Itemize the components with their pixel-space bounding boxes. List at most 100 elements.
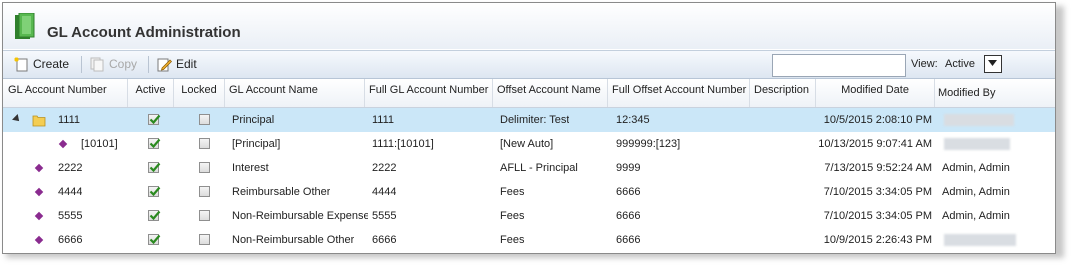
green-check-icon [149,210,161,221]
full-offset-account-number-cell: 6666 [616,234,641,246]
full-gl-account-number-cell: 5555 [372,210,397,222]
copy-button[interactable]: Copy [89,55,137,73]
gl-account-name-cell: [Principal] [232,138,281,150]
column-header-description[interactable]: Description [750,79,816,107]
column-header-locked[interactable]: Locked [174,79,225,107]
table-row[interactable]: 5555 Non-Reimbursable Expense 5555 Fees … [3,204,1055,228]
gl-account-number-cell: 2222 [58,162,83,174]
column-header-full-gl-account-number[interactable]: Full GL Account Number [365,79,493,107]
gl-account-number-cell: 5555 [58,210,83,222]
column-header-offset-account-name[interactable]: Offset Account Name [493,79,608,107]
green-check-icon [149,162,161,173]
full-offset-account-number-cell: 12:345 [616,114,650,126]
full-offset-account-number-cell: 999999:[123] [616,138,681,150]
full-gl-account-number-cell: 1111:[10101] [372,138,434,150]
title-bar: GL Account Administration [3,3,1055,49]
gl-account-name-cell: Non-Reimbursable Expense [232,210,368,222]
column-header-active[interactable]: Active [128,79,174,107]
gl-admin-window: GL Account Administration Create Copy Ed… [2,2,1056,254]
redacted-modified-by [944,114,1014,126]
description-cell [750,180,816,204]
gl-account-name-cell: Principal [232,114,275,126]
description-cell [750,228,816,252]
active-checkbox[interactable] [148,138,161,149]
column-header-gl-account-number[interactable]: GL Account Number [8,79,128,107]
locked-checkbox[interactable] [199,210,210,221]
modified-by-cell: Admin, Admin [942,210,1010,222]
gl-account-number-cell: 6666 [58,234,83,246]
modified-date-cell: 10/13/2015 9:07:41 AM [818,138,932,150]
gl-account-name-cell: Non-Reimbursable Other [232,234,355,246]
modified-date-cell: 7/10/2015 3:34:05 PM [823,210,932,222]
edit-button[interactable]: Edit [156,55,197,73]
offset-account-name-cell: Delimiter: Test [500,114,570,126]
offset-account-name-cell: [New Auto] [500,138,554,150]
column-header-full-offset-account-number[interactable]: Full Offset Account Number [608,79,750,107]
green-check-icon [149,234,161,245]
view-label: View: [911,58,938,70]
gl-account-number-cell: 1111 [58,114,81,126]
gl-account-number-cell: 4444 [58,186,83,198]
column-header-gl-account-name[interactable]: GL Account Name [225,79,365,107]
toolbar: Create Copy Edit View: Active [3,50,1055,79]
offset-account-name-cell: Fees [500,186,525,198]
active-checkbox[interactable] [148,162,161,173]
active-checkbox[interactable] [148,210,161,221]
modified-date-cell: 10/9/2015 2:26:43 PM [823,234,932,246]
purple-diamond-icon [34,187,44,197]
locked-checkbox[interactable] [199,138,210,149]
table-row[interactable]: 4444 Reimbursable Other 4444 Fees 6666 7… [3,180,1055,204]
copy-button-label: Copy [109,57,138,71]
create-page-icon [14,57,28,72]
redacted-modified-by [944,234,1016,246]
purple-diamond-icon [34,163,44,173]
locked-checkbox[interactable] [199,186,210,197]
edit-pencil-icon [157,58,172,72]
green-check-icon [149,186,161,197]
modified-by-cell: Admin, Admin [942,186,1010,198]
green-book-icon [15,13,35,39]
full-gl-account-number-cell: 4444 [372,186,397,198]
copy-icon [90,57,104,72]
grid-header: GL Account Number Active Locked GL Accou… [3,79,1055,108]
folder-icon [32,115,46,127]
full-gl-account-number-cell: 2222 [372,162,397,174]
modified-by-cell: Admin, Admin [942,162,1010,174]
search-input[interactable] [772,54,906,77]
gl-account-name-cell: Interest [232,162,269,174]
column-header-modified-by[interactable]: Modified By [935,79,1055,107]
purple-diamond-icon [58,139,68,149]
redacted-modified-by [944,138,1010,150]
purple-diamond-icon [34,235,44,245]
table-row[interactable]: [10101] [Principal] 1111:[10101] [New Au… [3,132,1055,156]
modified-date-cell: 7/10/2015 3:34:05 PM [823,186,932,198]
offset-account-name-cell: AFLL - Principal [500,162,578,174]
locked-checkbox[interactable] [199,162,210,173]
toolbar-separator [81,56,82,73]
gl-account-name-cell: Reimbursable Other [232,186,331,198]
offset-account-name-cell: Fees [500,234,525,246]
full-offset-account-number-cell: 9999 [616,162,641,174]
view-select-value: Active [945,58,975,70]
table-row[interactable]: 6666 Non-Reimbursable Other 6666 Fees 66… [3,228,1055,252]
offset-account-name-cell: Fees [500,210,525,222]
green-check-icon [149,114,161,125]
collapse-arrow-icon[interactable] [12,114,22,124]
locked-checkbox[interactable] [199,114,210,125]
description-cell [750,156,816,180]
description-cell [750,132,816,156]
modified-date-cell: 7/13/2015 9:52:24 AM [824,162,932,174]
column-header-modified-date[interactable]: Modified Date [816,79,935,107]
toolbar-separator [148,56,149,73]
full-offset-account-number-cell: 6666 [616,186,641,198]
locked-checkbox[interactable] [199,234,210,245]
table-row[interactable]: 1111 Principal 1111 Delimiter: Test 12:3… [3,108,1055,132]
active-checkbox[interactable] [148,186,161,197]
table-row[interactable]: 2222 Interest 2222 AFLL - Principal 9999… [3,156,1055,180]
active-checkbox[interactable] [148,234,161,245]
create-button[interactable]: Create [13,55,69,73]
view-dropdown-button[interactable] [984,55,1002,73]
green-check-icon [149,138,161,149]
active-checkbox[interactable] [148,114,161,125]
gl-account-number-cell: [10101] [81,138,118,150]
